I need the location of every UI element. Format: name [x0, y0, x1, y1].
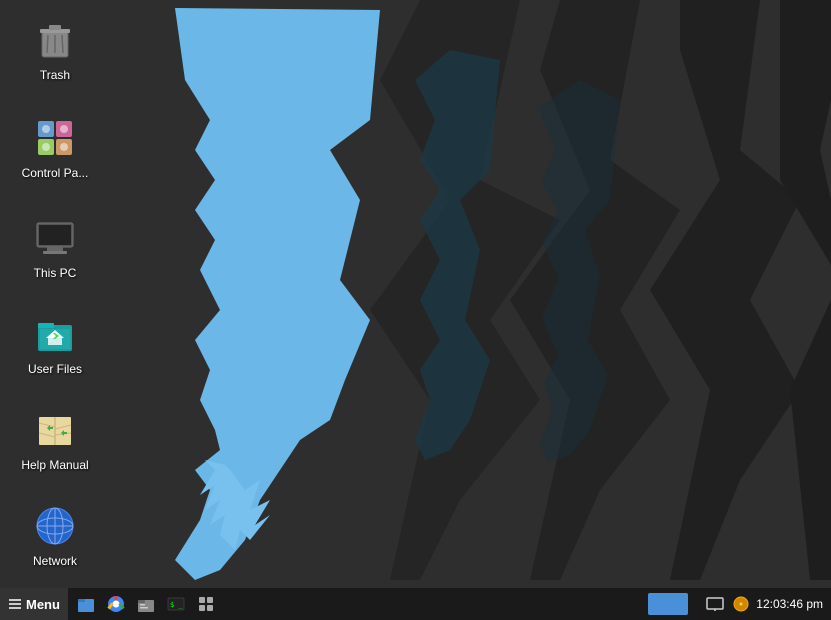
- trash-icon[interactable]: Trash: [10, 10, 100, 88]
- taskbar-extra-button[interactable]: [192, 591, 220, 617]
- taskbar: Menu: [0, 588, 831, 620]
- this-pc-icon[interactable]: This PC: [10, 208, 100, 286]
- display-tray-icon[interactable]: [704, 593, 726, 615]
- menu-button[interactable]: Menu: [0, 588, 68, 620]
- control-panel-icon[interactable]: Control Pa...: [10, 108, 100, 186]
- network-icon[interactable]: Network: [10, 496, 100, 574]
- menu-icon: [8, 597, 22, 611]
- help-manual-icon[interactable]: Help Manual: [10, 400, 100, 478]
- user-files-icon[interactable]: User Files: [10, 304, 100, 382]
- active-window[interactable]: [648, 593, 688, 615]
- taskbar-browser-button[interactable]: [102, 591, 130, 617]
- quick-launch: $ _: [68, 588, 224, 620]
- svg-text:$ _: $ _: [170, 601, 183, 609]
- taskbar-files-button[interactable]: [72, 591, 100, 617]
- volume-tray-icon[interactable]: [730, 593, 752, 615]
- wallpaper: [0, 0, 831, 588]
- clock: 12:03:46 pm: [756, 597, 823, 611]
- taskbar-filemanager-button[interactable]: [132, 591, 160, 617]
- system-tray: 12:03:46 pm: [696, 588, 831, 620]
- desktop: Trash Control Pa...: [0, 0, 831, 588]
- taskbar-terminal-button[interactable]: $ _: [162, 591, 190, 617]
- menu-label: Menu: [26, 597, 60, 612]
